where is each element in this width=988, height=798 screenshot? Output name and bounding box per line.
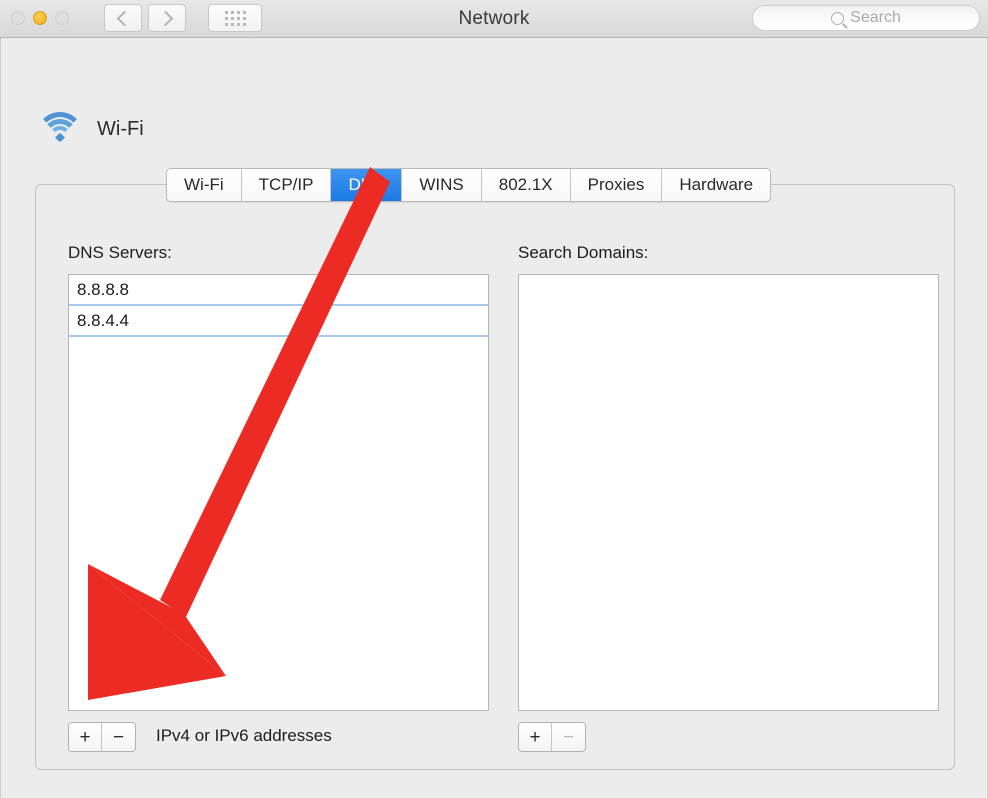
wifi-icon [36, 112, 84, 146]
service-name: Wi-Fi [97, 117, 144, 140]
tab-wins[interactable]: WINS [402, 169, 482, 201]
dns-server-value: 8.8.4.4 [77, 310, 129, 330]
preferences-body: Wi-Fi Wi-Fi TCP/IP DNS WINS 802.1X Proxi… [0, 38, 988, 798]
search-placeholder: Search [850, 9, 901, 26]
window-titlebar: Network Search [0, 0, 988, 38]
tab-proxies[interactable]: Proxies [570, 169, 663, 201]
dns-servers-label: DNS Servers: [68, 243, 172, 262]
tab-8021x[interactable]: 802.1X [481, 169, 571, 201]
dns-server-value: 8.8.8.8 [77, 279, 129, 299]
search-domains-list[interactable] [518, 274, 939, 711]
dns-servers-add-button[interactable]: + [69, 723, 102, 751]
tab-dns[interactable]: DNS [331, 169, 403, 201]
dns-servers-remove-button[interactable]: − [102, 723, 135, 751]
tab-hardware[interactable]: Hardware [662, 169, 771, 201]
search-domains-label: Search Domains: [518, 243, 649, 262]
search-domains-add-remove-group: + − [518, 722, 586, 752]
list-item[interactable]: 8.8.4.4 [69, 304, 488, 337]
search-icon [831, 11, 845, 25]
tab-wifi[interactable]: Wi-Fi [167, 169, 242, 201]
search-domains-remove-button: − [552, 723, 585, 751]
search-field[interactable]: Search [752, 5, 980, 31]
list-item[interactable]: 8.8.8.8 [69, 275, 488, 304]
dns-servers-add-remove-group: + − [68, 722, 136, 752]
dns-servers-list[interactable]: 8.8.8.8 8.8.4.4 [68, 274, 489, 711]
service-header: Wi-Fi [36, 112, 144, 146]
network-preferences-window: Network Search Wi-Fi Wi-Fi TCP/IP DNS WI… [0, 0, 988, 798]
tab-tcpip[interactable]: TCP/IP [241, 169, 332, 201]
dns-servers-hint: IPv4 or IPv6 addresses [156, 726, 332, 745]
search-domains-add-button[interactable]: + [519, 723, 552, 751]
tab-bar: Wi-Fi TCP/IP DNS WINS 802.1X Proxies Har… [166, 168, 772, 202]
